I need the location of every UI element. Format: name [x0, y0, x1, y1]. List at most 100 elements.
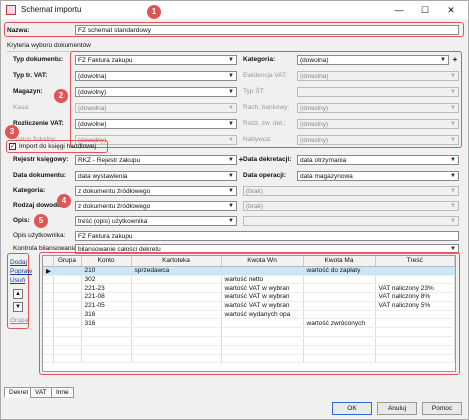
cell-credit[interactable] — [303, 292, 376, 302]
cell-card[interactable] — [131, 283, 222, 294]
cell-credit[interactable] — [303, 310, 376, 320]
cell-debit[interactable] — [221, 336, 304, 346]
cell-debit[interactable]: wartość wydanych opa — [221, 310, 304, 320]
cell-card[interactable] — [131, 318, 222, 329]
cell-text[interactable] — [375, 327, 455, 338]
table-row[interactable]: ▶ 210 sprzedawca wartość do zapłaty — [43, 266, 455, 276]
cell-debit[interactable]: wartość netto — [221, 275, 304, 285]
cell-group[interactable] — [53, 345, 82, 355]
posting-date-select[interactable]: data otrzymania ▼ — [297, 155, 459, 165]
cell-credit[interactable] — [303, 275, 376, 285]
ok-button[interactable]: OK — [332, 402, 372, 415]
cell-text[interactable]: VAT naliczony 5% — [375, 301, 455, 311]
grid-header-text[interactable]: Treść — [375, 256, 455, 267]
cell-card[interactable] — [131, 345, 222, 355]
cell-card[interactable]: sprzedawca — [131, 266, 222, 276]
grid-header-credit[interactable]: Kwota Ma — [303, 256, 376, 267]
cell-card[interactable] — [131, 310, 222, 320]
cell-text[interactable] — [375, 336, 455, 346]
cell-group[interactable] — [53, 310, 82, 320]
cell-account[interactable]: 316 — [81, 318, 132, 329]
cell-account[interactable] — [81, 327, 132, 338]
tab-inne[interactable]: Inne — [51, 387, 74, 398]
cell-group[interactable] — [53, 318, 82, 329]
cell-group[interactable] — [53, 275, 82, 285]
cell-credit[interactable] — [303, 336, 376, 346]
cell-account[interactable]: 316 — [81, 310, 132, 320]
table-row[interactable]: 316 wartość zwróconych — [43, 318, 455, 329]
table-row[interactable]: 221-08 wartość VAT w wybran VAT naliczon… — [43, 292, 455, 302]
tab-dekret[interactable]: Dekret — [4, 387, 34, 398]
cell-card[interactable] — [131, 336, 222, 346]
cell-card[interactable] — [131, 292, 222, 302]
user-desc-input[interactable]: FZ Faktura zakupu — [75, 231, 459, 241]
grid-header-card[interactable]: Kartoteka — [131, 256, 222, 267]
table-row[interactable] — [43, 327, 455, 338]
grid-header-group[interactable]: Grupa — [53, 256, 82, 267]
ledger-category-select[interactable]: z dokumentu źródłowego ▼ — [75, 186, 237, 196]
cell-card[interactable] — [131, 327, 222, 338]
proof-type-select[interactable]: z dokumentu źródłowego ▼ — [75, 201, 237, 211]
minimize-button[interactable]: — — [389, 3, 409, 17]
cell-credit[interactable] — [303, 327, 376, 338]
move-down-button[interactable]: ▼ — [13, 302, 23, 312]
grid-header-debit[interactable]: Kwota Wn — [221, 256, 304, 267]
cell-group[interactable] — [53, 336, 82, 346]
cell-credit[interactable] — [303, 283, 376, 294]
table-row[interactable]: 316 wartość wydanych opa — [43, 310, 455, 320]
cell-debit[interactable] — [221, 266, 304, 276]
cell-text[interactable] — [375, 266, 455, 276]
cell-card[interactable] — [131, 354, 222, 364]
cell-debit[interactable]: wartość VAT w wybran — [221, 292, 304, 302]
cell-text[interactable] — [375, 354, 455, 364]
add-link[interactable]: Dodaj — [10, 259, 27, 266]
ledger-register-select[interactable]: RKZ - Rejestr zakupu ▼ — [75, 155, 237, 165]
table-row[interactable] — [43, 345, 455, 355]
cell-account[interactable]: 210 — [81, 266, 132, 276]
cell-account[interactable] — [81, 336, 132, 346]
cell-group[interactable] — [53, 292, 82, 302]
operation-date-select[interactable]: data magazynowa ▼ — [297, 171, 459, 181]
cell-group[interactable] — [53, 266, 82, 276]
cell-text[interactable] — [375, 310, 455, 320]
cell-account[interactable]: 221-05 — [81, 301, 132, 311]
cell-debit[interactable] — [221, 354, 304, 364]
document-date-select[interactable]: data wystawienia ▼ — [75, 171, 237, 181]
cancel-button[interactable]: Anuluj — [377, 402, 417, 415]
cell-debit[interactable] — [221, 327, 304, 338]
cell-group[interactable] — [53, 283, 82, 294]
table-row[interactable]: 221-05 wartość VAT w wybran VAT naliczon… — [43, 301, 455, 311]
edit-link[interactable]: Popraw — [10, 268, 32, 275]
cell-card[interactable] — [131, 301, 222, 311]
table-row[interactable]: 221-23 wartość VAT w wybran VAT naliczon… — [43, 283, 455, 294]
cell-account[interactable]: 221-23 — [81, 283, 132, 294]
cell-credit[interactable] — [303, 301, 376, 311]
cell-account[interactable]: 302 — [81, 275, 132, 285]
cell-account[interactable]: 221-08 — [81, 292, 132, 302]
cell-text[interactable] — [375, 318, 455, 329]
cell-account[interactable] — [81, 354, 132, 364]
cell-debit[interactable] — [221, 318, 304, 329]
table-row[interactable] — [43, 336, 455, 346]
cell-text[interactable] — [375, 345, 455, 355]
cell-text[interactable]: VAT naliczony 23% — [375, 283, 455, 294]
close-button[interactable]: ✕ — [441, 3, 461, 17]
table-row[interactable]: 302 wartość netto — [43, 275, 455, 285]
cell-text[interactable]: VAT naliczony 8% — [375, 292, 455, 302]
description-select[interactable]: treść (opis) użytkownika ▼ — [75, 216, 237, 226]
maximize-button[interactable]: ☐ — [415, 3, 435, 17]
delete-link[interactable]: Usuń — [10, 277, 25, 284]
table-row[interactable] — [43, 354, 455, 364]
cell-credit[interactable] — [303, 354, 376, 364]
move-up-button[interactable]: ▲ — [13, 289, 23, 299]
cell-account[interactable] — [81, 345, 132, 355]
cell-credit[interactable] — [303, 345, 376, 355]
cell-credit[interactable]: wartość do zapłaty — [303, 266, 376, 276]
cell-credit[interactable]: wartość zwróconych — [303, 318, 376, 329]
grid-header-account[interactable]: Konto — [81, 256, 132, 267]
cell-text[interactable] — [375, 275, 455, 285]
cell-card[interactable] — [131, 275, 222, 285]
cell-debit[interactable]: wartość VAT w wybran — [221, 301, 304, 311]
cell-debit[interactable] — [221, 345, 304, 355]
cell-group[interactable] — [53, 354, 82, 364]
